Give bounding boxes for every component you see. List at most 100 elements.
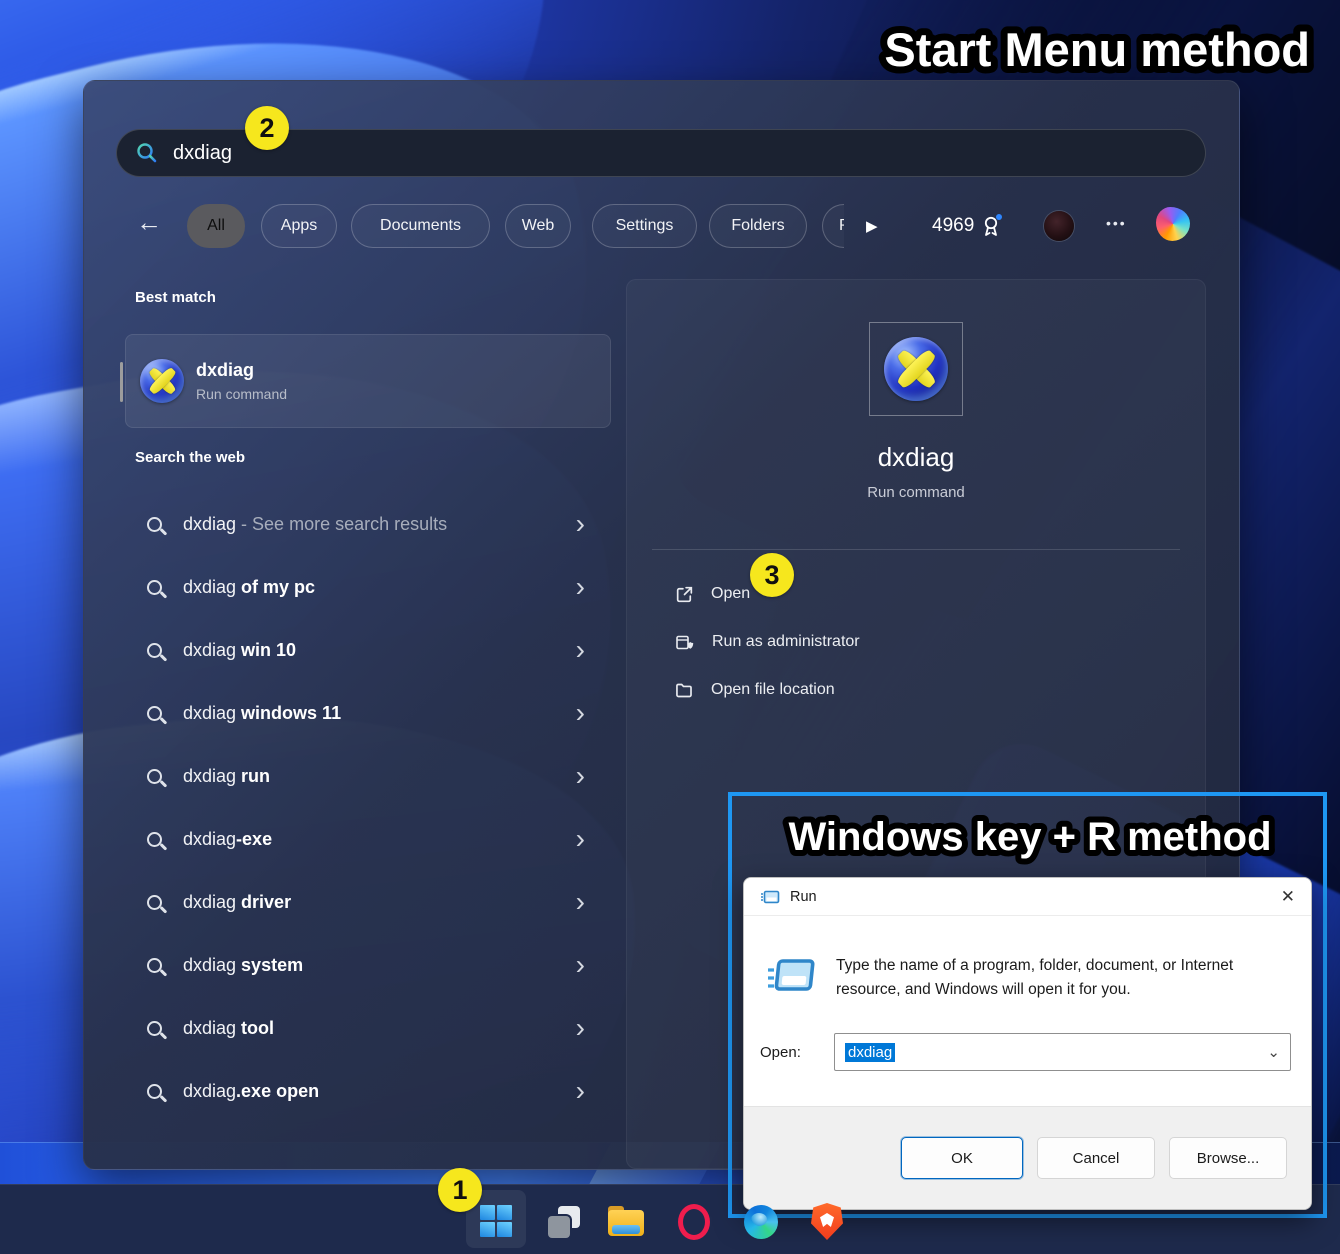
suggestion-text: dxdiag tool [183,1018,274,1039]
chevron-right-icon[interactable]: › [576,888,585,916]
app-icon-frame [869,322,963,416]
search-icon [147,895,162,910]
chevron-right-icon[interactable]: › [576,762,585,790]
suggestion-text: dxdiag run [183,766,270,787]
win-r-method-title: Windows key + R method [750,798,1310,872]
run-dialog-description: Type the name of a program, folder, docu… [836,954,1280,1003]
step-badge-2: 2 [245,106,289,150]
start-logo-pane [497,1222,512,1237]
best-match-result[interactable]: dxdiag Run command [125,334,611,428]
run-dialog-footer: OK Cancel Browse... [744,1106,1311,1209]
search-icon [147,643,162,658]
opera-gx-button[interactable] [678,1204,710,1240]
action-run-as-admin[interactable]: Run as administrator [674,627,860,657]
desktop-screen: Start Menu method dxdiag ← All Apps Docu… [0,0,1340,1254]
chevron-right-icon[interactable]: › [576,636,585,664]
chevron-right-icon[interactable]: › [576,510,585,538]
start-logo-pane [480,1205,495,1220]
start-button[interactable] [480,1205,512,1237]
open-external-icon [674,584,695,605]
web-suggestion-row[interactable]: dxdiag driver › [125,874,611,930]
details-subtitle: Run command [627,484,1205,501]
admin-shield-icon [674,632,696,653]
rewards-medal-icon [980,213,1003,239]
win-r-method-title-text: Windows key + R method [788,815,1271,859]
close-icon[interactable]: ✕ [1281,887,1295,907]
search-icon [135,141,159,165]
rewards-counter[interactable]: 4969 [932,213,1003,239]
suggestion-prefix: dxdiag [183,892,241,912]
suggestion-text: dxdiag.exe open [183,1081,319,1102]
filter-tab-settings[interactable]: Settings [592,204,697,248]
details-divider [652,549,1180,550]
start-menu-method-title: Start Menu method [690,4,1330,90]
file-explorer-button[interactable] [608,1206,644,1236]
search-the-web-header: Search the web [135,449,245,466]
web-suggestion-row[interactable]: dxdiag run › [125,748,611,804]
web-suggestion-row[interactable]: dxdiag system › [125,937,611,993]
search-icon [147,958,162,973]
more-filters-icon[interactable]: ▶ [866,217,878,235]
run-dialog-title: Run [790,889,817,905]
web-suggestion-row[interactable]: dxdiag-exe › [125,811,611,867]
start-logo-pane [497,1205,512,1220]
dropdown-chevron-icon[interactable]: ⌄ [1267,1043,1280,1061]
best-match-subtitle: Run command [196,386,287,402]
filter-tab-documents[interactable]: Documents [351,204,490,248]
web-suggestion-row[interactable]: dxdiag win 10 › [125,622,611,678]
action-admin-label: Run as administrator [712,633,860,651]
search-icon [147,706,162,721]
action-open-file-location[interactable]: Open file location [674,675,835,705]
chevron-right-icon[interactable]: › [576,951,585,979]
ok-button[interactable]: OK [901,1137,1023,1179]
suggestion-suffix: tool [241,1018,274,1038]
best-match-title: dxdiag [196,360,287,381]
search-input[interactable]: dxdiag [173,142,232,165]
search-icon [147,1084,162,1099]
run-app-icon [766,952,818,1000]
combobox-selected-text[interactable]: dxdiag [845,1043,895,1062]
web-suggestion-row[interactable]: dxdiag tool › [125,1000,611,1056]
web-suggestion-row[interactable]: dxdiag - See more search results › [125,496,611,552]
user-avatar[interactable] [1044,211,1074,241]
browse-button[interactable]: Browse... [1169,1137,1287,1179]
chevron-right-icon[interactable]: › [576,573,585,601]
search-icon [147,832,162,847]
suggestion-text: dxdiag - See more search results [183,514,447,535]
suggestion-suffix: .exe open [236,1081,319,1101]
task-view-button[interactable] [548,1206,580,1238]
run-command-combobox[interactable]: dxdiag ⌄ [834,1033,1291,1071]
filter-tab-photos-clipped[interactable]: P [822,204,844,248]
suggestion-suffix: system [241,955,303,975]
chevron-right-icon[interactable]: › [576,1077,585,1105]
suggestion-text: dxdiag system [183,955,303,976]
action-open[interactable]: Open [674,579,750,609]
action-open-label: Open [711,585,750,603]
chevron-right-icon[interactable]: › [576,1014,585,1042]
start-logo-pane [480,1222,495,1237]
suggestion-suffix: driver [241,892,291,912]
back-arrow-icon[interactable]: ← [136,207,162,238]
dxdiag-app-icon-large [884,337,948,401]
suggestion-text: dxdiag windows 11 [183,703,341,724]
edge-button[interactable] [744,1205,778,1239]
web-suggestion-row[interactable]: dxdiag windows 11 › [125,685,611,741]
filter-tab-web[interactable]: Web [505,204,571,248]
cancel-button[interactable]: Cancel [1037,1137,1155,1179]
filter-tab-apps[interactable]: Apps [261,204,337,248]
web-suggestion-row[interactable]: dxdiag of my pc › [125,559,611,615]
best-match-text: dxdiag Run command [196,360,287,402]
search-icon [147,517,162,532]
dxdiag-app-icon [140,359,184,403]
run-dialog-titlebar[interactable]: Run ✕ [744,878,1311,916]
overflow-menu-icon[interactable]: ••• [1106,215,1127,231]
chevron-right-icon[interactable]: › [576,699,585,727]
filter-tab-folders[interactable]: Folders [709,204,807,248]
filter-tab-all[interactable]: All [187,204,245,248]
suggestion-suffix: - See more search results [241,514,447,534]
suggestion-prefix: dxdiag [183,829,236,849]
web-suggestion-row[interactable]: dxdiag.exe open › [125,1063,611,1119]
suggestion-prefix: dxdiag [183,1081,236,1101]
chevron-right-icon[interactable]: › [576,825,585,853]
copilot-icon[interactable] [1156,207,1190,241]
